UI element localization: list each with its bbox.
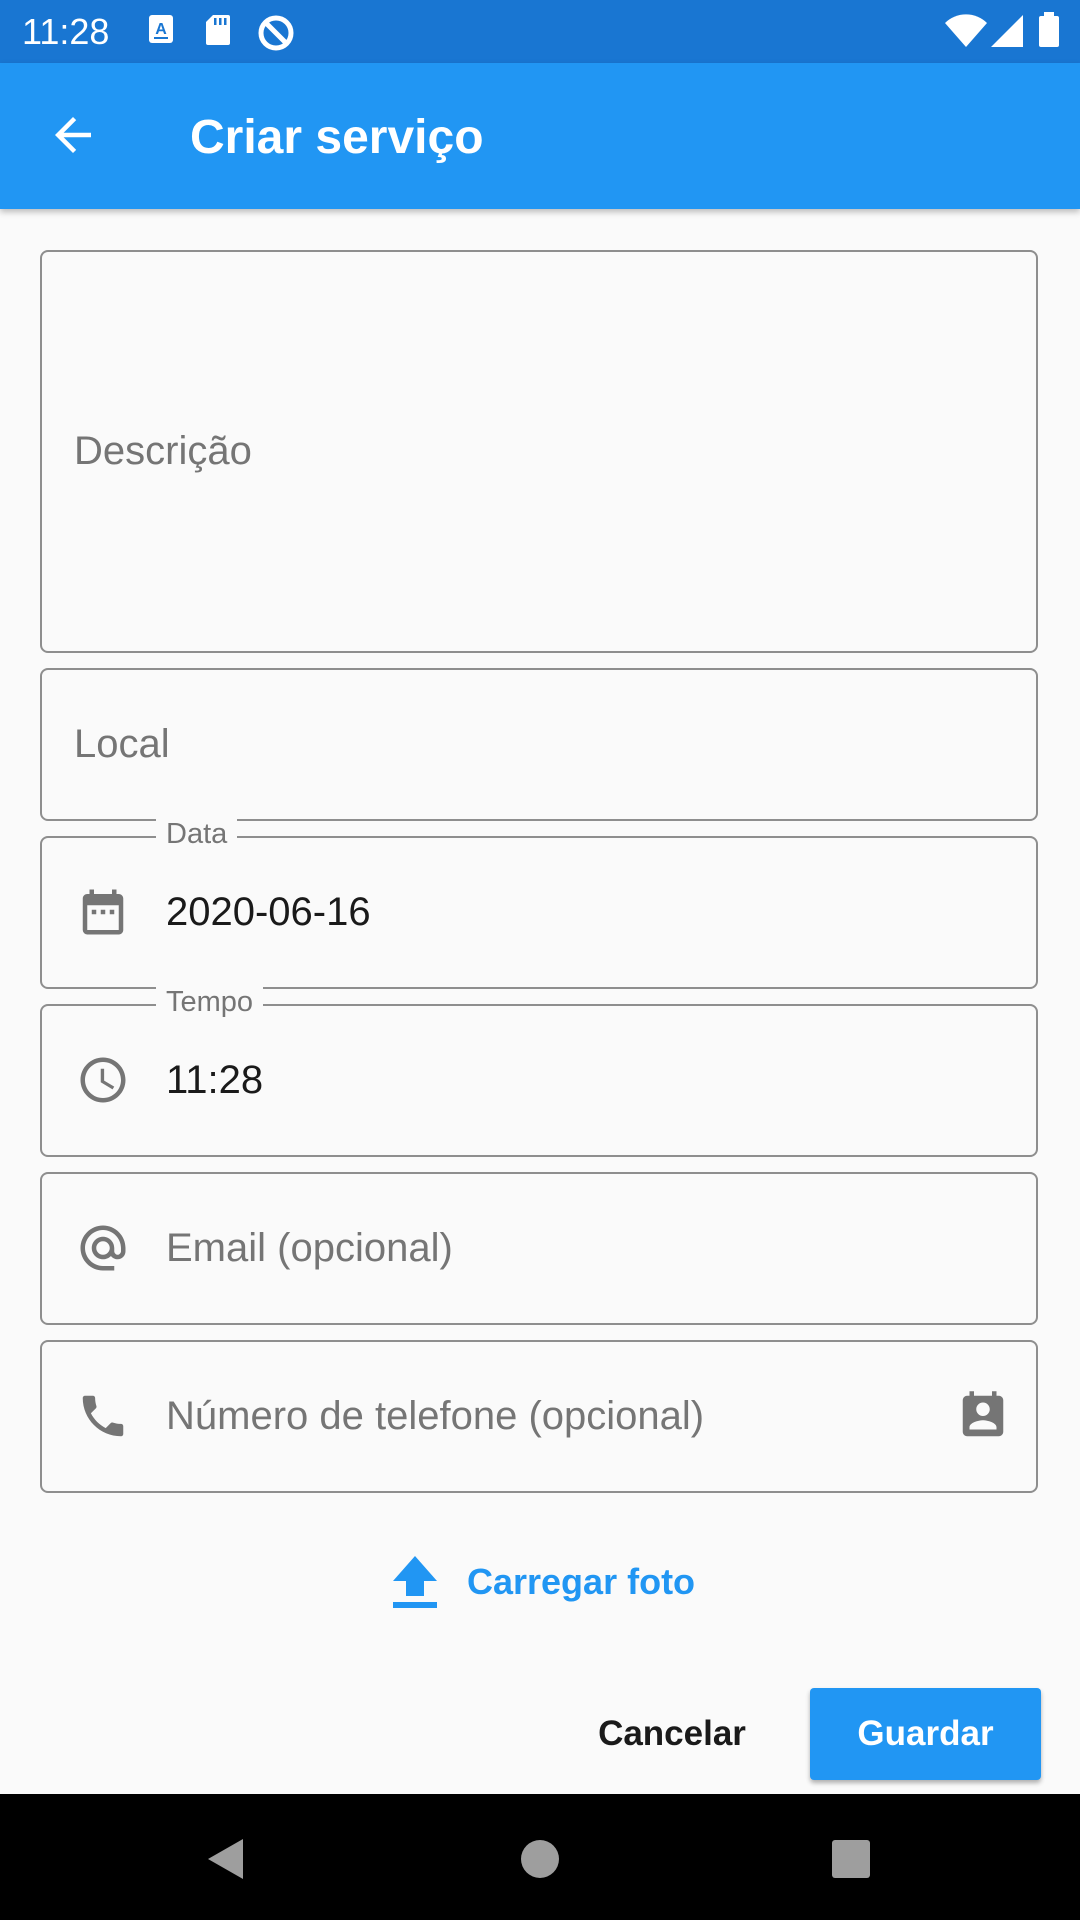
arrow-back-icon[interactable] — [46, 108, 100, 162]
calendar-icon — [82, 889, 124, 935]
description-placeholder: Descrição — [74, 429, 252, 473]
phone-placeholder: Número de telefone (opcional) — [166, 1394, 705, 1438]
phone-field[interactable]: Número de telefone (opcional) — [40, 1340, 1038, 1493]
wifi-icon — [945, 14, 987, 47]
sd-card-icon — [206, 15, 230, 45]
location-placeholder: Local — [74, 722, 170, 766]
keyboard-a-icon: A — [149, 15, 173, 43]
no-sync-icon — [258, 15, 294, 51]
battery-icon — [1039, 12, 1059, 47]
upload-icon — [393, 1556, 437, 1608]
system-nav-bar — [0, 1794, 1080, 1920]
status-time: 11:28 — [22, 11, 110, 52]
recents-square-icon[interactable] — [831, 1839, 871, 1879]
time-value: 11:28 — [166, 1058, 264, 1102]
upload-photo-label: Carregar foto — [467, 1561, 696, 1602]
time-label: Tempo — [156, 984, 264, 1020]
phone-icon — [82, 1395, 124, 1437]
clock-icon — [80, 1057, 126, 1103]
time-field[interactable]: Tempo 11:28 — [40, 984, 1038, 1157]
app-bar: Criar serviço — [0, 63, 1080, 209]
email-placeholder: Email (opcional) — [166, 1226, 453, 1270]
back-triangle-icon[interactable] — [205, 1837, 245, 1881]
cancel-button[interactable]: Cancelar — [580, 1688, 764, 1780]
svg-text:A: A — [155, 21, 167, 38]
contact-card-icon[interactable] — [956, 1389, 1010, 1443]
date-label: Data — [156, 816, 238, 852]
date-value: 2020-06-16 — [166, 890, 371, 934]
description-field[interactable]: Descrição — [40, 250, 1038, 653]
date-field[interactable]: Data 2020-06-16 — [40, 816, 1038, 989]
location-field[interactable]: Local — [40, 668, 1038, 821]
status-bar: 11:28 A — [0, 0, 1080, 63]
save-button[interactable]: Guardar — [810, 1688, 1041, 1780]
signal-icon — [991, 15, 1023, 47]
at-sign-icon — [80, 1225, 126, 1271]
page-title: Criar serviço — [190, 111, 484, 164]
email-field[interactable]: Email (opcional) — [40, 1172, 1038, 1325]
home-circle-icon[interactable] — [520, 1839, 560, 1879]
